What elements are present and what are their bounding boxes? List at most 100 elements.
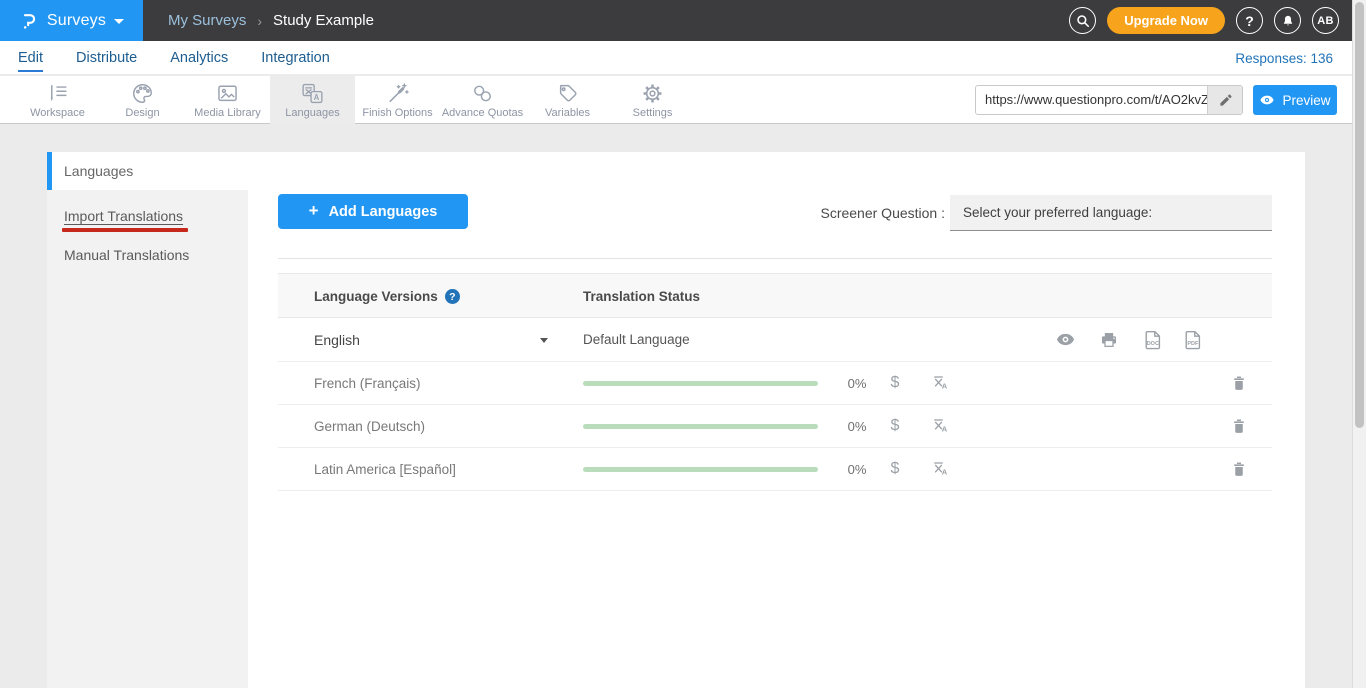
top-bar: Surveys My Surveys › Study Example Upgra…	[0, 0, 1352, 41]
language-versions-table: Language Versions ? Translation Status E…	[278, 273, 1272, 491]
export-pdf-button[interactable]: PDF	[1180, 318, 1206, 361]
translation-progress-bar	[583, 381, 818, 386]
translate-button[interactable]: A	[928, 362, 954, 404]
chevron-down-icon	[114, 19, 124, 24]
bell-icon	[1281, 14, 1295, 28]
tab-edit[interactable]: Edit	[18, 44, 43, 72]
chevron-down-icon[interactable]	[540, 338, 548, 343]
sidebar-item-manual-translations[interactable]: Manual Translations	[47, 236, 248, 274]
breadcrumb: My Surveys › Study Example	[168, 0, 374, 41]
survey-url-box: https://www.questionpro.com/t/AO2kvZ	[975, 85, 1243, 115]
trash-icon	[1230, 417, 1248, 435]
delete-language-button[interactable]	[1226, 405, 1252, 447]
table-row-german: German (Deutsch) 0% $ A	[278, 405, 1272, 448]
translation-progress-bar	[583, 467, 818, 472]
toolbar-item-advance-quotas[interactable]: Advance Quotas	[440, 76, 525, 124]
pdf-file-icon: PDF	[1182, 329, 1204, 351]
help-icon[interactable]: ?	[445, 289, 460, 304]
toolbar-item-workspace[interactable]: Workspace	[15, 76, 100, 124]
questionpro-languages-screen: Surveys My Surveys › Study Example Upgra…	[0, 0, 1366, 688]
translate-button[interactable]: A	[928, 448, 954, 490]
chain-links-icon	[470, 81, 495, 106]
tag-icon	[555, 81, 580, 106]
sidebar-item-languages[interactable]: Languages	[47, 152, 248, 190]
tab-analytics[interactable]: Analytics	[170, 44, 228, 72]
toolbar-item-finish-options[interactable]: Finish Options	[355, 76, 440, 124]
tab-distribute[interactable]: Distribute	[76, 44, 137, 72]
scrollbar-thumb[interactable]	[1355, 2, 1364, 428]
palette-icon	[130, 81, 155, 106]
survey-nav-bar: Edit Distribute Analytics Integration Re…	[0, 41, 1352, 75]
print-button[interactable]	[1096, 318, 1122, 361]
printer-icon	[1099, 330, 1119, 350]
search-button[interactable]	[1069, 7, 1096, 34]
language-versions-header: Language Versions ?	[314, 274, 460, 319]
breadcrumb-separator: ›	[257, 13, 262, 29]
languages-side-panel: Languages Import Translations Manual Tra…	[47, 152, 248, 688]
red-annotation-underline	[62, 228, 188, 232]
toolbar-item-languages[interactable]: A Languages	[270, 76, 355, 124]
languages-icon: A	[300, 81, 325, 106]
toolbar-item-design[interactable]: Design	[100, 76, 185, 124]
toolbar-item-variables[interactable]: Variables	[525, 76, 610, 124]
doc-file-icon: DOC	[1142, 329, 1164, 351]
screener-question-select[interactable]: Select your preferred language:	[950, 195, 1272, 231]
view-survey-button[interactable]	[1052, 318, 1078, 361]
trash-icon	[1230, 374, 1248, 392]
default-language-dropdown[interactable]: English	[314, 318, 360, 361]
trash-icon	[1230, 460, 1248, 478]
translate-icon: A	[931, 459, 951, 479]
toolbar-item-media-library[interactable]: Media Library	[185, 76, 270, 124]
magic-wand-icon	[385, 81, 410, 106]
paid-translation-button[interactable]: $	[882, 405, 908, 447]
breadcrumb-current-survey: Study Example	[273, 12, 374, 29]
nav-tabs: Edit Distribute Analytics Integration	[18, 41, 330, 75]
progress-percent: 0%	[834, 448, 880, 490]
survey-url-input[interactable]: https://www.questionpro.com/t/AO2kvZ	[976, 86, 1207, 114]
upgrade-now-button[interactable]: Upgrade Now	[1107, 7, 1225, 34]
edit-url-button[interactable]	[1207, 86, 1242, 114]
translation-status-header: Translation Status	[583, 274, 700, 319]
gear-icon	[640, 81, 665, 106]
paid-translation-button[interactable]: $	[882, 448, 908, 490]
avatar[interactable]: AB	[1312, 7, 1339, 34]
tab-integration[interactable]: Integration	[261, 44, 330, 72]
help-button[interactable]: ?	[1236, 7, 1263, 34]
screener-question-label: Screener Question :	[804, 205, 945, 221]
page-scrollbar[interactable]	[1352, 0, 1366, 688]
svg-text:A: A	[314, 93, 320, 102]
preview-button[interactable]: Preview	[1253, 85, 1337, 115]
breadcrumb-my-surveys[interactable]: My Surveys	[168, 12, 246, 29]
languages-main-panel: + Add Languages Screener Question : Sele…	[248, 152, 1305, 688]
table-row-default-language: English Default Language	[278, 318, 1272, 362]
language-name: French (Français)	[314, 362, 421, 404]
default-language-status: Default Language	[583, 318, 690, 361]
responses-count-link[interactable]: Responses: 136	[1235, 41, 1333, 75]
workspace-icon	[45, 81, 70, 106]
eye-icon	[1055, 329, 1076, 350]
surveys-product-menu[interactable]: Surveys	[0, 0, 143, 41]
export-doc-button[interactable]: DOC	[1140, 318, 1166, 361]
pencil-icon	[1218, 93, 1233, 108]
search-icon	[1076, 14, 1090, 28]
table-row-latin-america: Latin America [Español] 0% $ A	[278, 448, 1272, 491]
image-icon	[215, 81, 240, 106]
toolbar-items: Workspace Design Media Library	[15, 76, 695, 124]
paid-translation-button[interactable]: $	[882, 362, 908, 404]
product-name: Surveys	[47, 12, 106, 30]
translate-button[interactable]: A	[928, 405, 954, 447]
translation-progress-bar	[583, 424, 818, 429]
svg-text:A: A	[942, 425, 948, 434]
add-languages-button[interactable]: + Add Languages	[278, 194, 468, 229]
plus-icon: +	[309, 201, 319, 221]
sidebar-item-import-translations[interactable]: Import Translations	[47, 197, 248, 235]
edit-toolbar: Workspace Design Media Library	[0, 76, 1352, 124]
svg-text:PDF: PDF	[1187, 341, 1199, 347]
svg-text:A: A	[942, 468, 948, 477]
delete-language-button[interactable]	[1226, 448, 1252, 490]
table-header-row: Language Versions ? Translation Status	[278, 273, 1272, 318]
language-name: German (Deutsch)	[314, 405, 425, 447]
toolbar-item-settings[interactable]: Settings	[610, 76, 695, 124]
notifications-button[interactable]	[1274, 7, 1301, 34]
delete-language-button[interactable]	[1226, 362, 1252, 404]
